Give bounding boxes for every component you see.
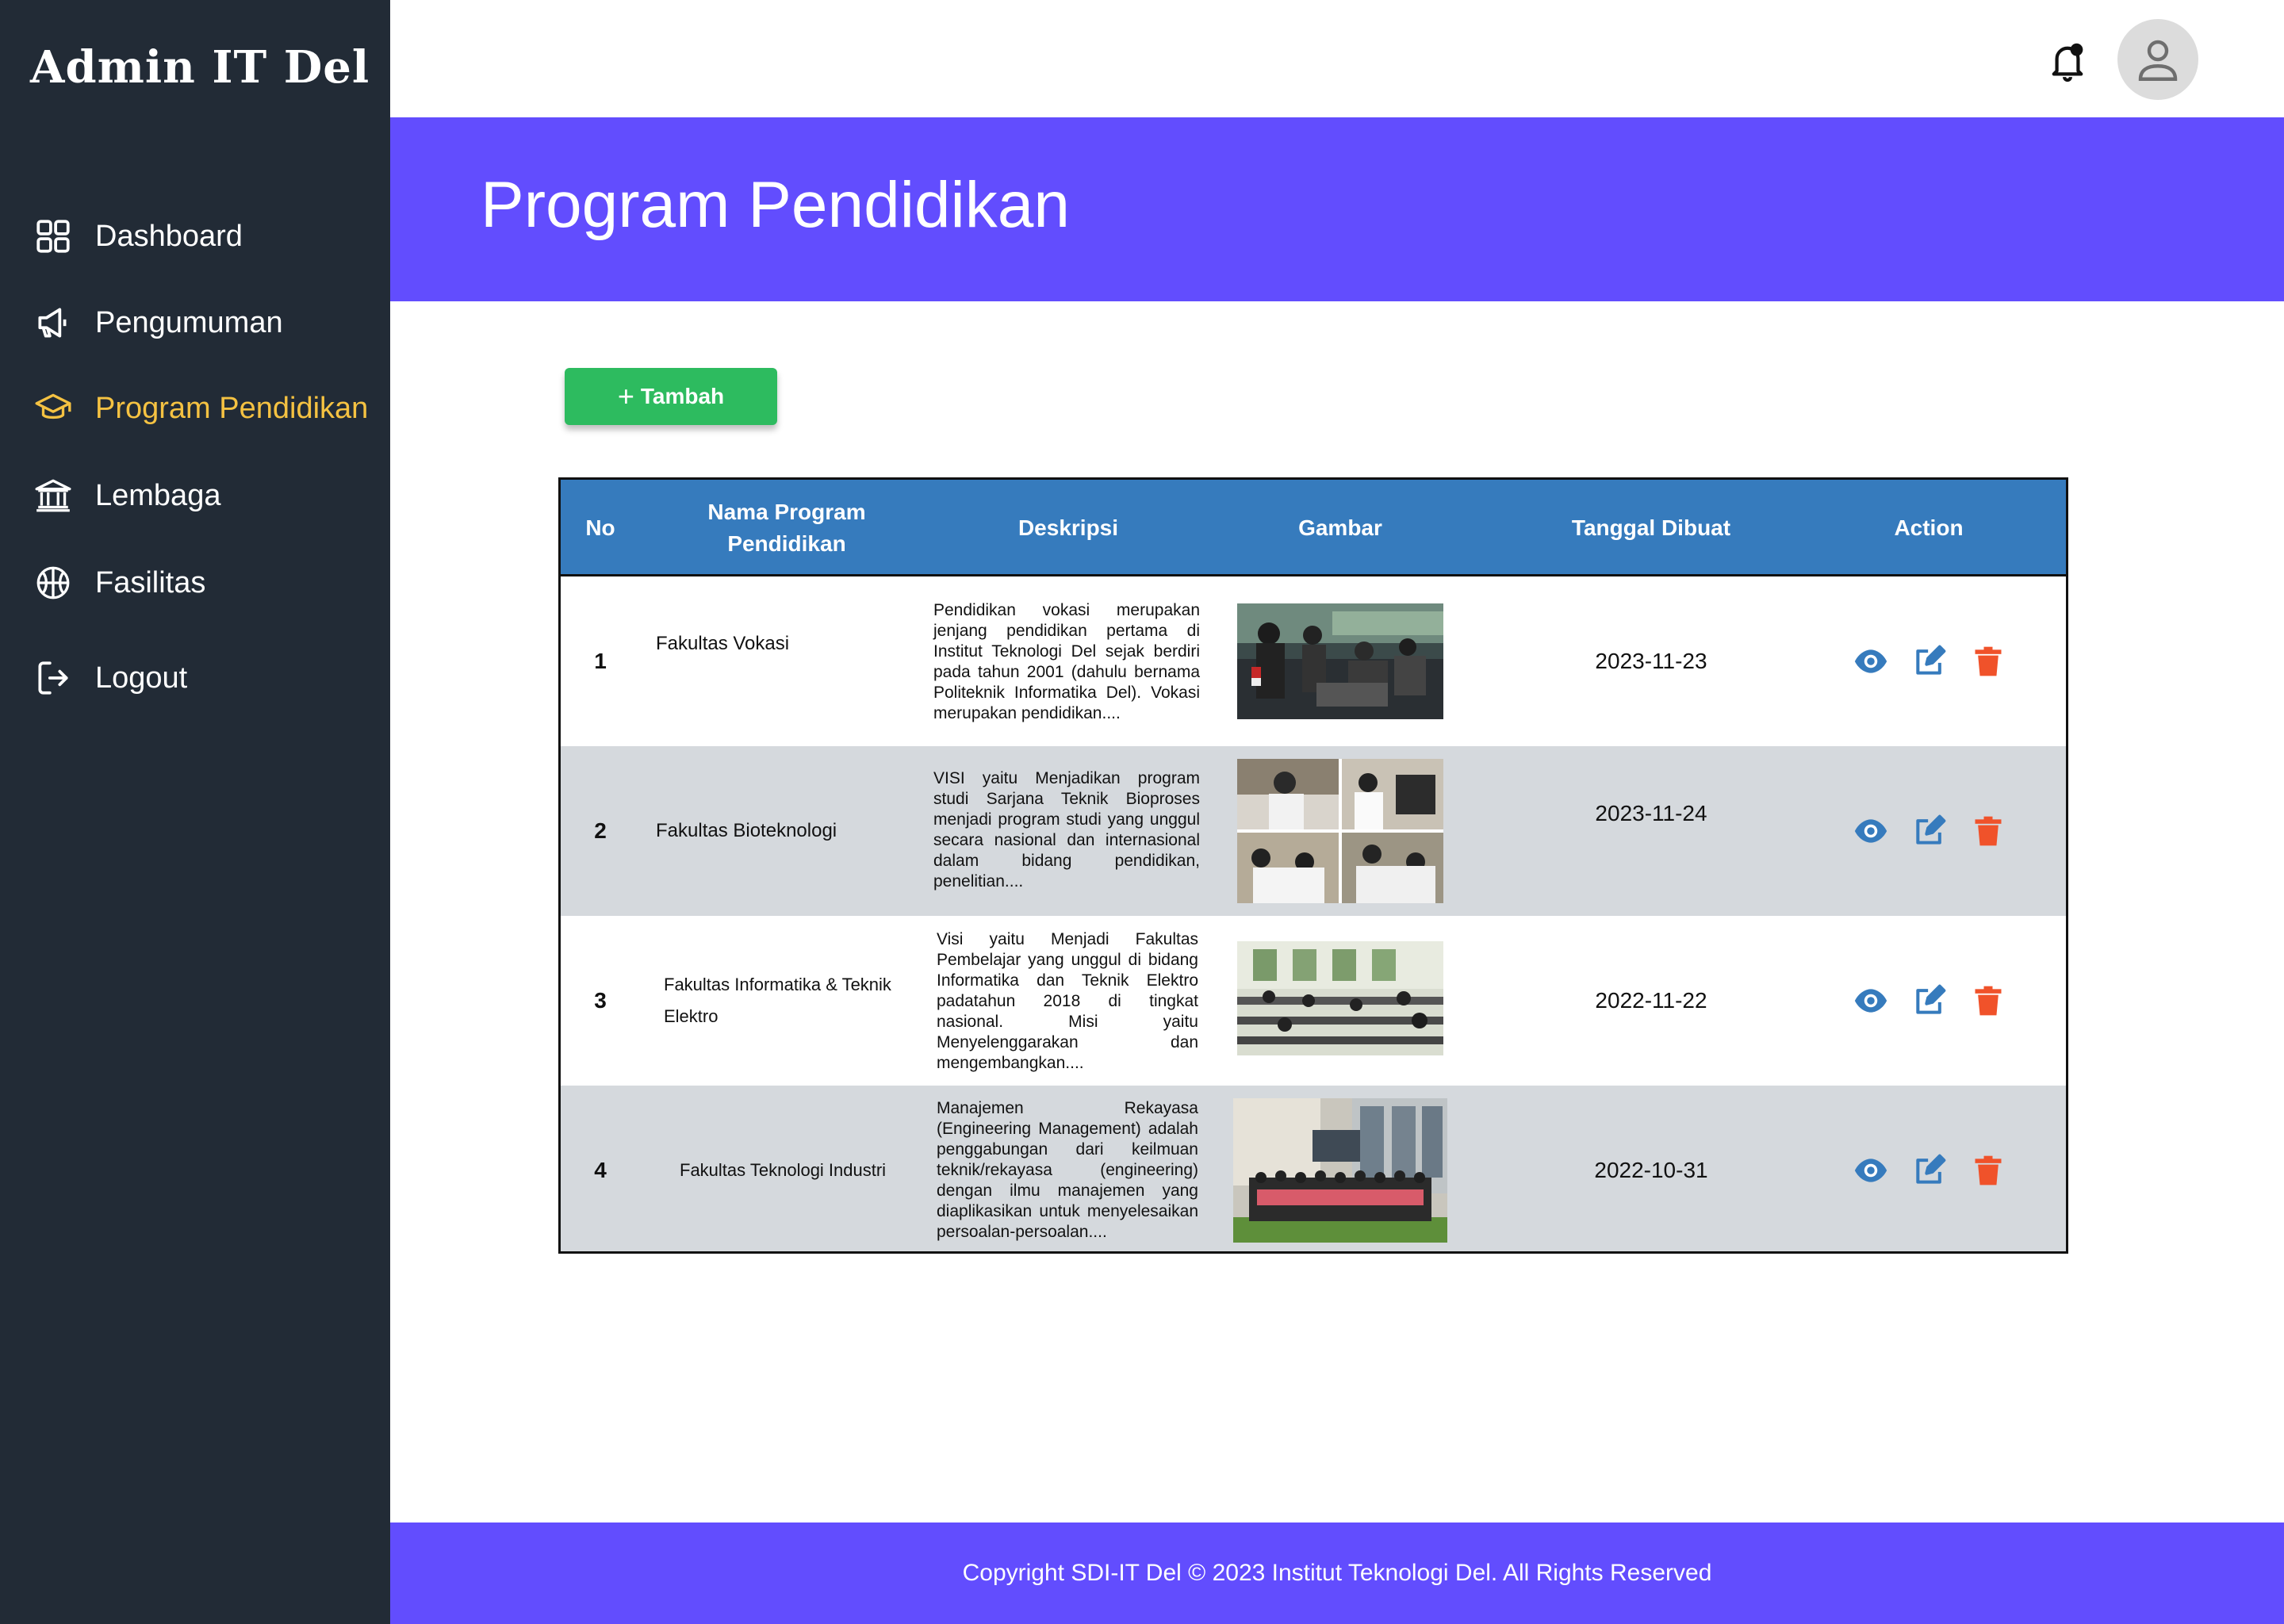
page-title: Program Pendidikan: [481, 169, 1070, 241]
photo-bioteknologi: [1237, 759, 1443, 903]
row-number: 4: [594, 1158, 607, 1182]
table-header: No Nama Program Pendidikan Deskripsi Gam…: [561, 480, 2066, 576]
footer: Copyright SDI-IT Del © 2023 Institut Tek…: [390, 1522, 2284, 1624]
sidebar-item-dashboard[interactable]: Dashboard: [32, 213, 243, 260]
photo-informatika: [1237, 941, 1443, 1055]
row-actions: [1853, 576, 2012, 746]
plus-icon: +: [617, 380, 634, 412]
notification-bell-icon[interactable]: [2049, 40, 2086, 84]
sidebar-item-lembaga[interactable]: Lembaga: [32, 472, 220, 519]
top-bar: [390, 0, 2284, 117]
program-name: Fakultas Teknologi Industri: [680, 1160, 887, 1180]
sidebar: Admin IT Del Dashboard Pengumuman Progra…: [0, 0, 390, 1624]
delete-trash-icon[interactable]: [1971, 644, 2006, 679]
program-image: [1233, 941, 1447, 1055]
add-button-label: Tambah: [640, 384, 725, 408]
row-actions: [1853, 1086, 2012, 1251]
created-date: 2023-11-23: [1595, 649, 1707, 673]
graduation-cap-icon: [32, 387, 75, 430]
logout-icon: [32, 657, 75, 699]
photo-teknologi-industri: [1233, 1098, 1447, 1243]
copyright-text: Copyright SDI-IT Del © 2023 Institut Tek…: [962, 1560, 1712, 1586]
delete-trash-icon[interactable]: [1971, 983, 2006, 1018]
sidebar-item-pengumuman[interactable]: Pengumuman: [32, 299, 283, 347]
edit-icon[interactable]: [1912, 814, 1947, 848]
program-image: [1233, 603, 1447, 719]
brand-logo-text: Admin IT Del: [30, 41, 370, 94]
table-row: 2 Fakultas Bioteknologi VISI yaitu Menja…: [561, 746, 2066, 916]
sidebar-item-label: Lembaga: [95, 478, 221, 512]
column-header-image: Gambar: [1298, 515, 1382, 540]
sidebar-item-label: Program Pendidikan: [95, 391, 369, 425]
view-eye-icon[interactable]: [1853, 1153, 1888, 1188]
program-image: [1233, 759, 1447, 903]
program-table: No Nama Program Pendidikan Deskripsi Gam…: [558, 477, 2068, 1254]
row-actions: [1853, 746, 2012, 916]
created-date: 2022-10-31: [1594, 1158, 1708, 1182]
edit-icon[interactable]: [1912, 983, 1947, 1018]
sidebar-item-label: Logout: [95, 661, 188, 695]
delete-trash-icon[interactable]: [1971, 814, 2006, 848]
column-header-no: No: [585, 515, 615, 540]
table-row: 3 Fakultas Informatika & Teknik Elektro …: [561, 916, 2066, 1086]
program-description: Visi yaitu Menjadi Fakultas Pembelajar y…: [937, 930, 1198, 1072]
created-date: 2022-11-22: [1595, 988, 1707, 1013]
table-row: 4 Fakultas Teknologi Industri Manajemen …: [561, 1086, 2066, 1251]
row-number: 3: [594, 988, 607, 1013]
grid-icon: [32, 215, 75, 258]
view-eye-icon[interactable]: [1853, 983, 1888, 1018]
sidebar-item-logout[interactable]: Logout: [32, 654, 187, 702]
sidebar-item-label: Fasilitas: [95, 565, 206, 599]
add-button[interactable]: + Tambah: [565, 368, 777, 425]
column-header-name: Nama Program Pendidikan: [707, 500, 866, 556]
row-number: 2: [594, 818, 607, 843]
sidebar-item-fasilitas[interactable]: Fasilitas: [32, 559, 205, 607]
table-row: 1 Fakultas Vokasi Pendidikan vokasi meru…: [561, 576, 2066, 746]
page-header-banner: Program Pendidikan: [390, 117, 2284, 301]
created-date: 2023-11-24: [1595, 801, 1707, 825]
sidebar-item-label: Dashboard: [95, 219, 243, 253]
program-name: Fakultas Informatika & Teknik Elektro: [664, 975, 891, 1026]
avatar[interactable]: [2117, 19, 2198, 100]
edit-icon[interactable]: [1912, 644, 1947, 679]
program-description: Manajemen Rekayasa (Engineering Manageme…: [937, 1099, 1198, 1241]
program-description: VISI yaitu Menjadikan program studi Sarj…: [933, 769, 1200, 891]
program-name: Fakultas Vokasi: [656, 633, 790, 654]
sidebar-item-label: Pengumuman: [95, 305, 283, 339]
view-eye-icon[interactable]: [1853, 644, 1888, 679]
row-number: 1: [594, 649, 607, 673]
row-actions: [1853, 916, 2012, 1086]
program-name: Fakultas Bioteknologi: [656, 820, 837, 841]
megaphone-icon: [32, 301, 75, 344]
column-header-description: Deskripsi: [1017, 515, 1119, 540]
column-header-action: Action: [1894, 515, 1964, 540]
program-description: Pendidikan vokasi merupakan jenjang pend…: [933, 601, 1200, 722]
column-header-date: Tanggal Dibuat: [1571, 515, 1731, 540]
basketball-icon: [32, 561, 75, 604]
photo-vokasi: [1237, 603, 1443, 719]
institution-icon: [32, 474, 75, 517]
edit-icon[interactable]: [1912, 1153, 1947, 1188]
view-eye-icon[interactable]: [1853, 814, 1888, 848]
sidebar-item-program-pendidikan[interactable]: Program Pendidikan: [32, 385, 368, 432]
program-image: [1233, 1098, 1447, 1243]
delete-trash-icon[interactable]: [1971, 1153, 2006, 1188]
